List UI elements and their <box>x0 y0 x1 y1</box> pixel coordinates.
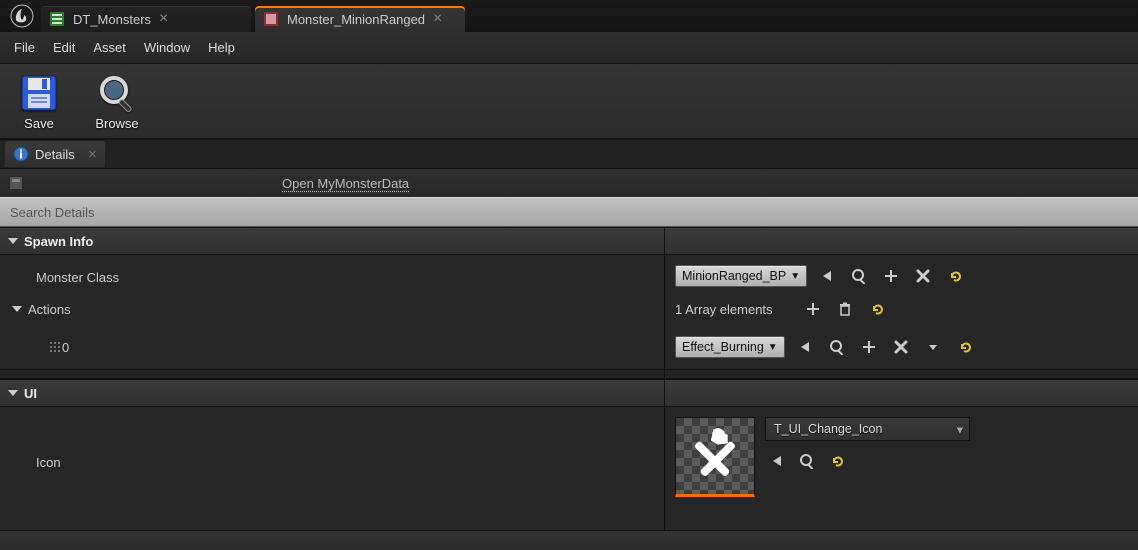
save-button[interactable]: Save <box>10 72 68 131</box>
category-label: UI <box>24 386 37 401</box>
value-row-action-0: Effect_Burning ▼ <box>665 325 1138 369</box>
reset-to-default-icon[interactable] <box>953 335 977 359</box>
row-action-0: 0 <box>0 325 664 369</box>
menu-window[interactable]: Window <box>144 40 190 55</box>
category-divider <box>0 369 664 379</box>
row-actions[interactable]: Actions <box>0 293 664 325</box>
menu-help[interactable]: Help <box>208 40 235 55</box>
use-selected-arrow-icon[interactable] <box>765 449 789 473</box>
datatable-icon <box>49 11 65 27</box>
add-icon[interactable] <box>879 264 903 288</box>
reset-to-default-icon[interactable] <box>943 264 967 288</box>
icon-asset-value: T_UI_Change_Icon <box>774 422 882 436</box>
array-add-icon[interactable] <box>801 297 825 321</box>
property-label-icon: Icon <box>10 455 61 470</box>
array-index-label: 0 <box>62 340 69 355</box>
menu-edit[interactable]: Edit <box>53 40 75 55</box>
document-tab-bar: DT_Monsters × Monster_MinionRanged × <box>0 0 1138 32</box>
expand-caret-icon <box>8 238 18 244</box>
main-toolbar: Save Browse <box>0 64 1138 139</box>
action-0-picker[interactable]: Effect_Burning ▼ <box>675 336 785 358</box>
reset-to-default-icon[interactable] <box>865 297 889 321</box>
document-tab-monster-minionranged[interactable]: Monster_MinionRanged × <box>255 6 465 32</box>
category-spawn-info[interactable]: Spawn Info <box>0 227 664 255</box>
document-tab-label: DT_Monsters <box>73 12 151 27</box>
row-monster-class: Monster Class <box>0 255 664 293</box>
menu-asset[interactable]: Asset <box>93 40 126 55</box>
browse-button-label: Browse <box>95 116 138 131</box>
icon-asset-picker[interactable]: T_UI_Change_Icon <box>765 417 970 441</box>
bottom-strip <box>0 530 1138 550</box>
dropdown-caret-icon: ▼ <box>790 271 800 282</box>
save-button-label: Save <box>24 116 54 131</box>
use-selected-arrow-icon[interactable] <box>793 335 817 359</box>
panel-close-icon[interactable]: × <box>88 146 97 163</box>
monster-class-value: MinionRanged_BP <box>682 269 786 283</box>
element-options-caret-icon[interactable] <box>921 335 945 359</box>
category-ui-spacer <box>665 379 1138 407</box>
dataasset-icon <box>263 11 279 27</box>
panel-tab-details[interactable]: Details × <box>5 141 105 167</box>
clear-icon[interactable] <box>911 264 935 288</box>
class-defaults-icon[interactable] <box>8 175 24 191</box>
details-labels-column: Spawn Info Monster Class Actions 0 UI Ic… <box>0 227 664 530</box>
add-icon[interactable] <box>857 335 881 359</box>
crossed-tools-icon <box>685 426 745 486</box>
browse-asset-icon[interactable] <box>795 449 819 473</box>
details-values-column: MinionRanged_BP ▼ 1 Array elements <box>664 227 1138 530</box>
panel-tab-row: Details × <box>0 139 1138 169</box>
browse-asset-icon[interactable] <box>847 264 871 288</box>
category-divider <box>665 369 1138 379</box>
panel-tab-label: Details <box>35 147 75 162</box>
document-tab-label: Monster_MinionRanged <box>287 12 425 27</box>
category-spawn-info-spacer <box>665 227 1138 255</box>
reset-to-default-icon[interactable] <box>825 449 849 473</box>
search-placeholder: Search Details <box>10 205 95 220</box>
magnifier-icon <box>96 72 138 114</box>
details-body: Spawn Info Monster Class Actions 0 UI Ic… <box>0 227 1138 530</box>
tab-close-icon[interactable]: × <box>433 13 442 25</box>
array-clear-icon[interactable] <box>833 297 857 321</box>
value-row-actions: 1 Array elements <box>665 293 1138 325</box>
expand-caret-icon <box>12 306 22 312</box>
category-ui[interactable]: UI <box>0 379 664 407</box>
actions-array-count: 1 Array elements <box>675 302 793 317</box>
search-details-input[interactable]: Search Details <box>0 197 1138 227</box>
property-label-actions: Actions <box>28 302 71 317</box>
tab-close-icon[interactable]: × <box>159 13 168 25</box>
engine-logo-icon <box>7 1 37 31</box>
browse-button[interactable]: Browse <box>88 72 146 131</box>
document-tab-dt-monsters[interactable]: DT_Monsters × <box>41 6 251 32</box>
monster-class-picker[interactable]: MinionRanged_BP ▼ <box>675 265 807 287</box>
open-parent-link[interactable]: Open MyMonsterData <box>282 176 409 191</box>
value-row-monster-class: MinionRanged_BP ▼ <box>665 255 1138 293</box>
category-label: Spawn Info <box>24 234 93 249</box>
dropdown-caret-icon: ▼ <box>768 342 778 353</box>
drag-handle-icon[interactable] <box>50 342 52 352</box>
property-label-monster-class: Monster Class <box>10 270 119 285</box>
row-icon: Icon <box>0 407 664 517</box>
info-icon <box>13 146 29 162</box>
menu-bar: File Edit Asset Window Help <box>0 32 1138 64</box>
icon-thumbnail[interactable] <box>675 417 755 497</box>
clear-icon[interactable] <box>889 335 913 359</box>
use-selected-arrow-icon[interactable] <box>815 264 839 288</box>
class-defaults-row: Open MyMonsterData <box>0 169 1138 197</box>
value-row-icon: T_UI_Change_Icon <box>665 407 1138 507</box>
floppy-icon <box>18 72 60 114</box>
expand-caret-icon <box>8 390 18 396</box>
browse-asset-icon[interactable] <box>825 335 849 359</box>
action-0-value: Effect_Burning <box>682 340 764 354</box>
menu-file[interactable]: File <box>14 40 35 55</box>
